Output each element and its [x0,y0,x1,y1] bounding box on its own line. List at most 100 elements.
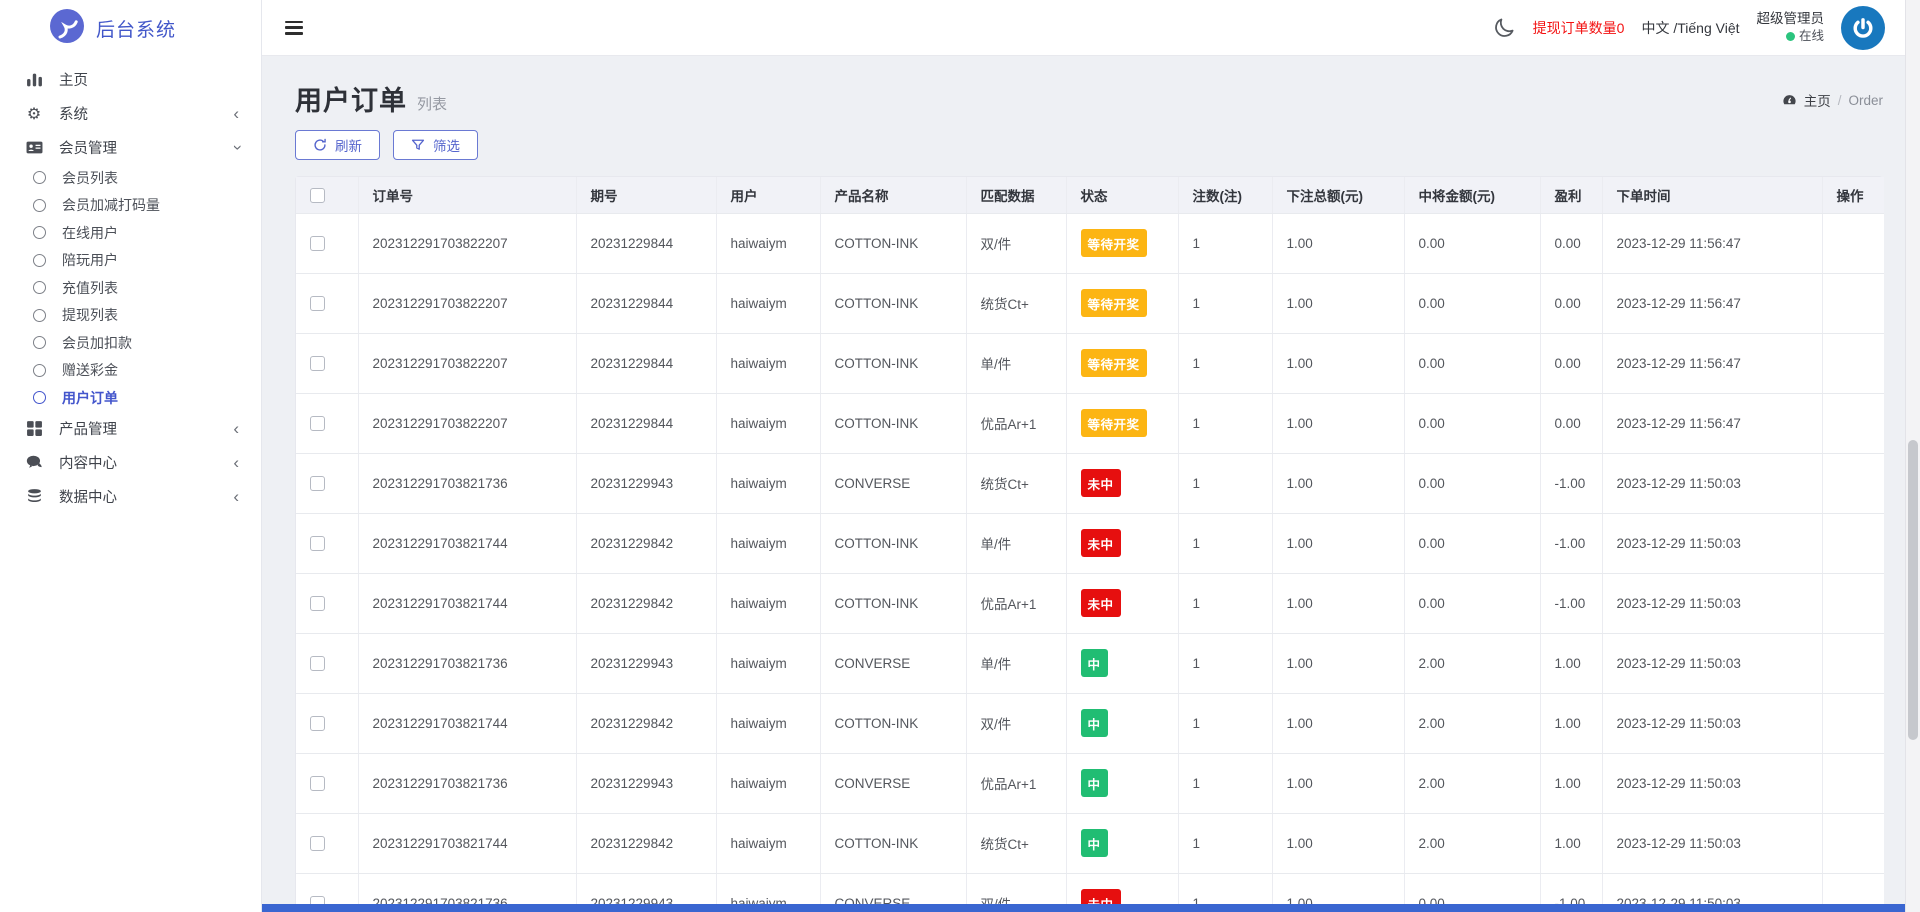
cell-period_no: 20231229842 [576,513,717,574]
sidebar-item-会员加减打码量[interactable]: 会员加减打码量 [0,192,261,220]
logout-power-button[interactable] [1841,5,1885,50]
cell-status: 中 [1066,813,1179,874]
cell-profit: -1.00 [1540,513,1603,574]
breadcrumb-separator: / [1837,92,1842,108]
cell-actions [1822,693,1884,754]
circle-icon [33,281,46,295]
cell-period_no: 20231229844 [576,273,717,334]
cell-product: COTTON-INK [820,573,967,634]
cell-product: COTTON-INK [820,513,967,574]
status-badge: 等待开奖 [1080,289,1147,317]
sidebar-item-会员加扣款[interactable]: 会员加扣款 [0,329,261,357]
cell-match_data: 单/件 [966,333,1067,394]
cell-period_no: 20231229844 [576,213,717,274]
row-checkbox[interactable] [310,715,325,731]
sidebar-item-系统[interactable]: ⚙ 系统 ‹ [0,96,261,130]
page-subtitle: 列表 [417,96,448,113]
cell-actions [1822,393,1884,454]
logo-icon [50,8,84,48]
cell-time: 2023-12-29 11:56:47 [1602,333,1823,394]
cell-bet_total: 1.00 [1272,753,1405,814]
online-dot-icon [1785,32,1795,42]
cell-time: 2023-12-29 11:56:47 [1602,213,1823,274]
cell-win_amount: 0.00 [1404,213,1541,274]
sidebar-item-会员管理[interactable]: 会员管理 ‹ [0,130,261,164]
row-checkbox[interactable] [310,235,325,251]
cell-status: 未中 [1066,453,1179,514]
breadcrumb-home-link[interactable]: 主页 [1804,90,1831,110]
cell-user: haiwaiym [716,813,821,874]
cell-status: 等待开奖 [1066,213,1179,274]
cell-profit: 1.00 [1540,813,1603,874]
row-checkbox[interactable] [310,355,325,371]
table-row: 202312291703822207 20231229844 haiwaiym COT… [296,273,1884,334]
table-row: 202312291703821744 20231229842 haiwaiym COT… [296,813,1884,874]
language-switcher[interactable]: 中文 /Tiếng Việt [1641,18,1739,38]
table-row: 202312291703821736 20231229943 haiwaiym CON… [296,753,1884,814]
scrollbar-thumb[interactable] [1908,440,1918,740]
select-all-header [296,177,359,214]
filter-button[interactable]: 筛选 [393,130,478,160]
sidebar-item-陪玩用户[interactable]: 陪玩用户 [0,247,261,275]
sidebar-item-内容中心[interactable]: 内容中心 ‹ [0,446,261,480]
dark-mode-moon-icon[interactable] [1492,16,1516,40]
circle-icon [33,363,46,377]
cell-actions [1822,273,1884,334]
cell-order_no: 202312291703821744 [358,513,577,574]
sidebar-item-在线用户[interactable]: 在线用户 [0,219,261,247]
cell-bet_count: 1 [1178,813,1273,874]
refresh-button[interactable]: 刷新 [295,130,380,160]
sidebar-item-充值列表[interactable]: 充值列表 [0,274,261,302]
cell-actions [1822,513,1884,574]
sidebar-item-用户订单[interactable]: 用户订单 [0,384,261,412]
cell-order_no: 202312291703822207 [358,333,577,394]
topbar-right: 提现订单数量0 中文 /Tiếng Việt 超级管理员 在线 [1492,5,1885,50]
cell-bet_count: 1 [1178,393,1273,454]
column-header-period_no: 期号 [576,177,717,214]
sidebar-item-label: 数据中心 [59,490,117,506]
table-row: 202312291703822207 20231229844 haiwaiym COT… [296,213,1884,274]
sidebar-item-主页[interactable]: 主页 [0,62,261,96]
sidebar-item-提现列表[interactable]: 提现列表 [0,302,261,330]
row-checkbox[interactable] [310,595,325,611]
select-all-checkbox[interactable] [310,187,325,203]
chevron-left-icon: ‹ [233,103,239,123]
sidebar-item-数据中心[interactable]: 数据中心 ‹ [0,480,261,514]
sidebar-item-label: 充值列表 [62,279,118,296]
column-header-time: 下单时间 [1602,177,1823,214]
cell-status: 等待开奖 [1066,273,1179,334]
cell-win_amount: 0.00 [1404,333,1541,394]
table-row: 202312291703821744 20231229842 haiwaiym COT… [296,693,1884,754]
sidebar-item-会员列表[interactable]: 会员列表 [0,164,261,192]
row-checkbox[interactable] [310,775,325,791]
cell-select [296,573,359,634]
circle-icon [33,391,46,405]
sidebar-item-产品管理[interactable]: 产品管理 ‹ [0,412,261,446]
orders-table-card: 订单号 期号 用户 产品名称 匹配数据 状态 注数(注) 下注总额(元) 中将金额(元) 盈利 下单… [295,176,1884,912]
hamburger-menu-icon[interactable] [285,20,303,35]
cell-win_amount: 2.00 [1404,693,1541,754]
row-checkbox[interactable] [310,415,325,431]
row-checkbox[interactable] [310,295,325,311]
cell-bet_count: 1 [1178,633,1273,694]
column-header-actions: 操作 [1822,177,1884,214]
row-checkbox[interactable] [310,835,325,851]
cell-user: haiwaiym [716,213,821,274]
cell-actions [1822,813,1884,874]
sidebar-item-label: 会员管理 [59,140,117,157]
row-checkbox[interactable] [310,475,325,491]
cell-bet_total: 1.00 [1272,273,1405,334]
cell-match_data: 双/件 [966,213,1067,274]
status-badge: 中 [1080,829,1108,857]
cell-user: haiwaiym [716,753,821,814]
withdraw-order-notice[interactable]: 提现订单数量0 [1533,18,1625,38]
row-checkbox[interactable] [310,535,325,551]
cell-profit: 1.00 [1540,693,1603,754]
row-checkbox[interactable] [310,655,325,671]
sidebar-item-赠送彩金[interactable]: 赠送彩金 [0,357,261,385]
sidebar-item-label: 陪玩用户 [62,252,118,269]
admin-role: 超级管理员 [1756,10,1825,26]
vertical-scrollbar[interactable] [1905,0,1920,912]
cell-order_no: 202312291703822207 [358,213,577,274]
cell-bet_count: 1 [1178,273,1273,334]
